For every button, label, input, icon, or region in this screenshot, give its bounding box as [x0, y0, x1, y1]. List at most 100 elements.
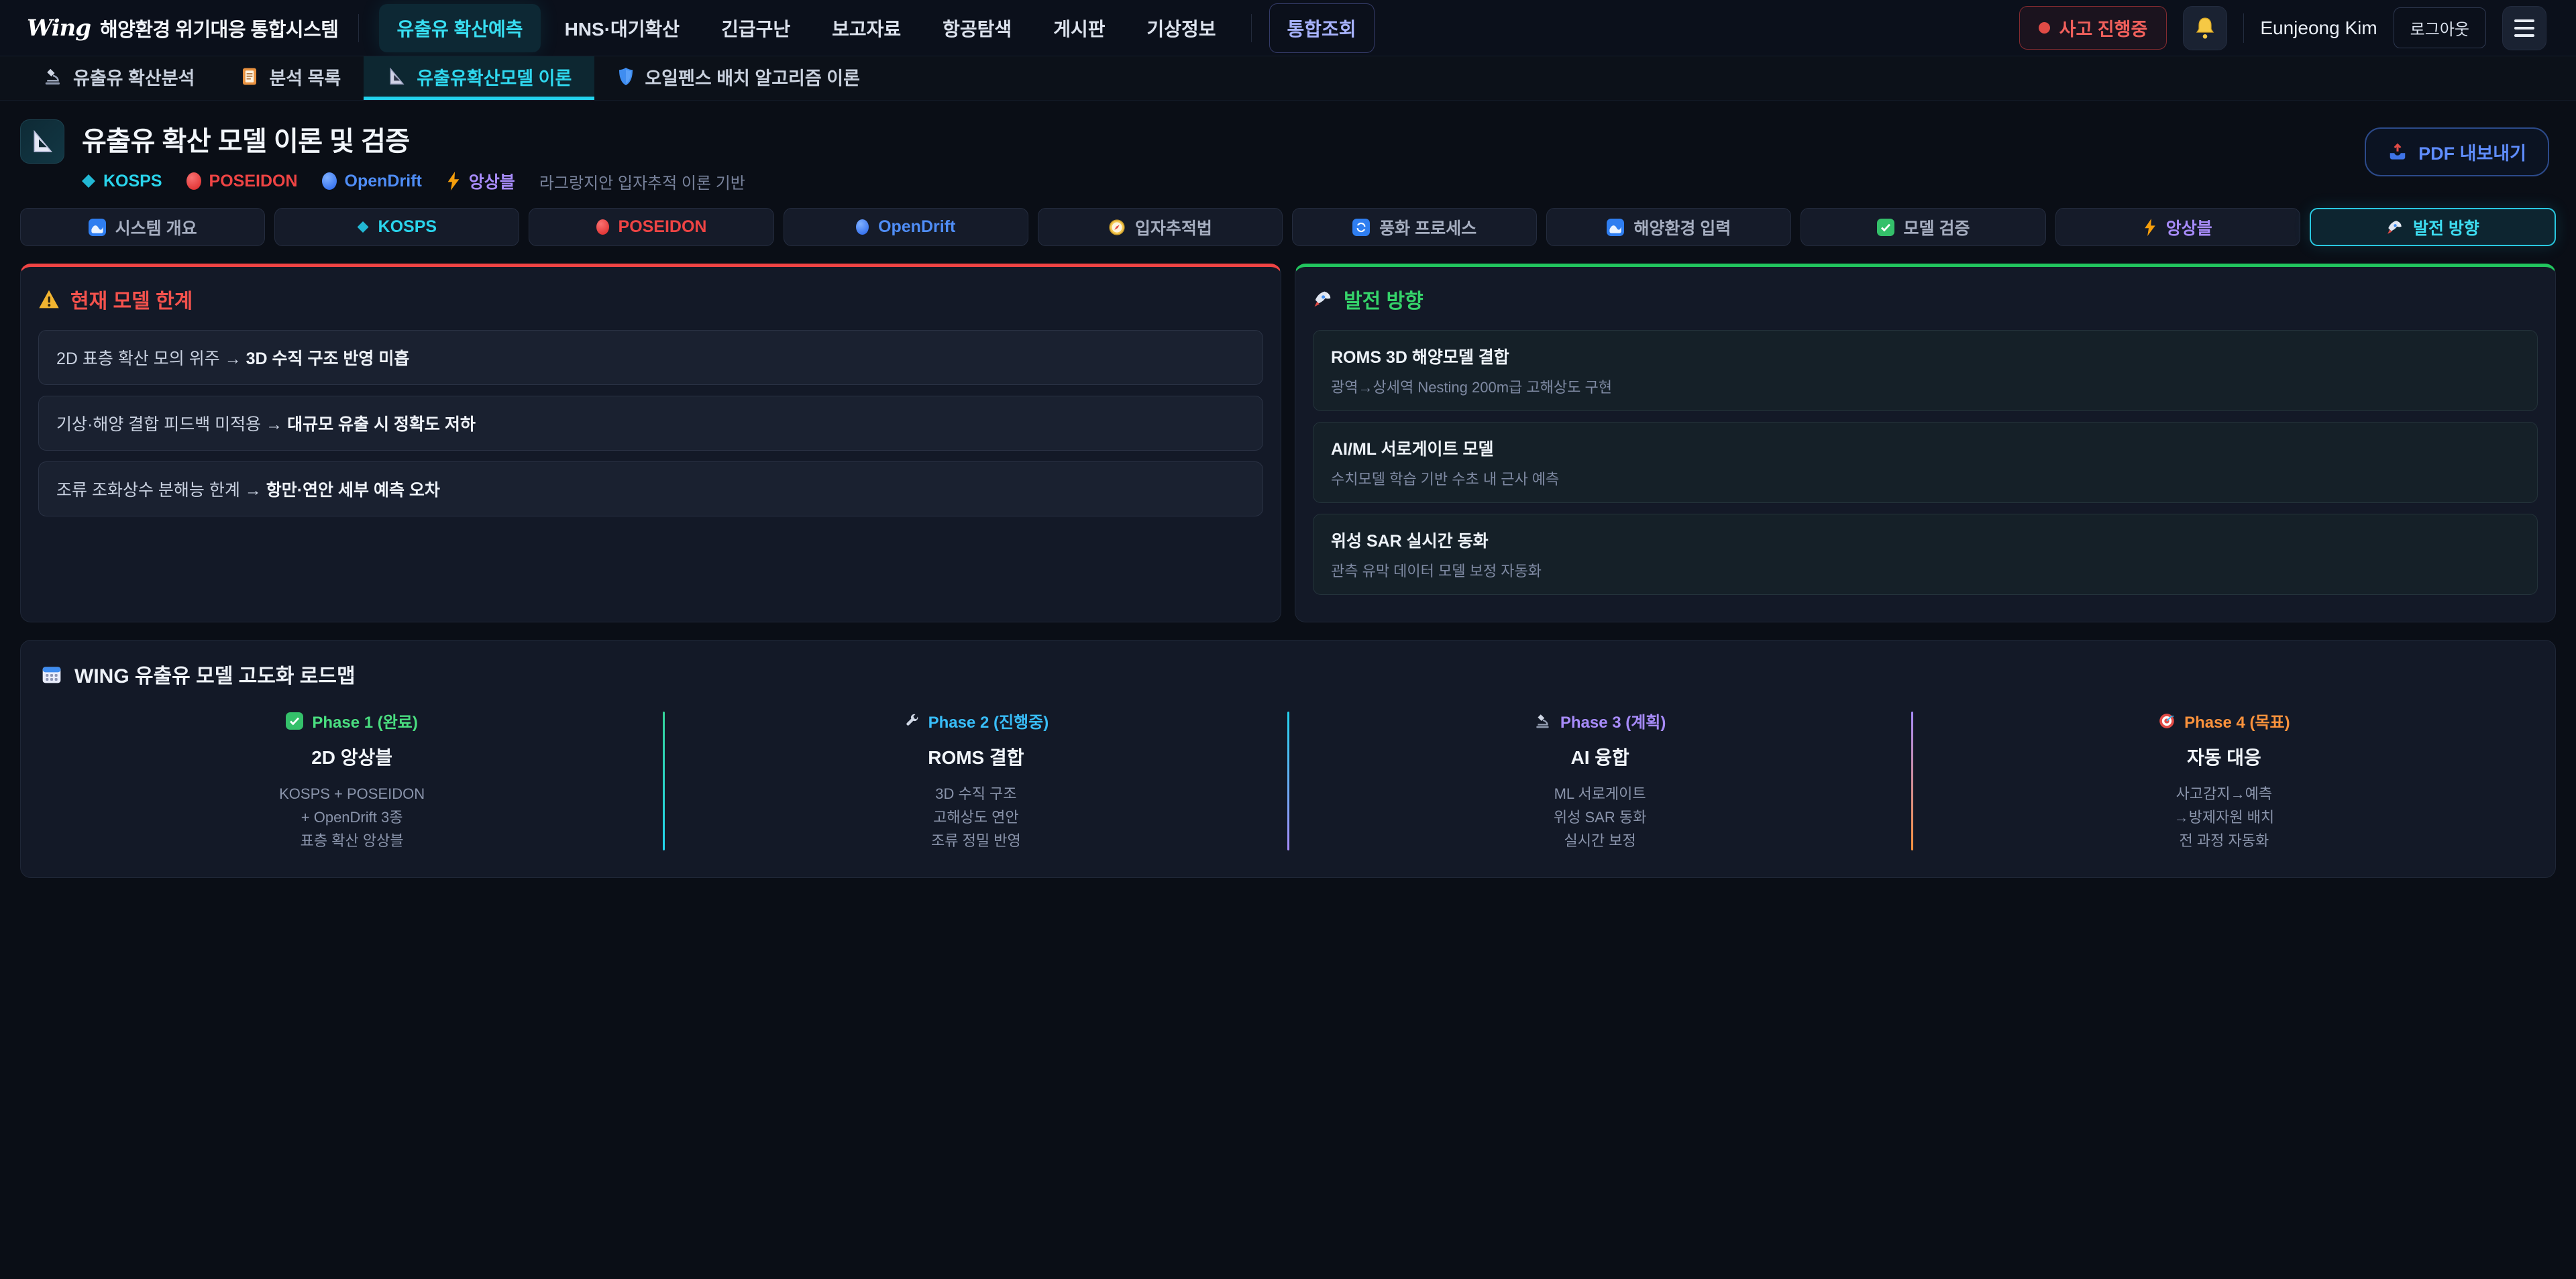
- navbar-right: 사고 진행중 Eunjeong Kim 로그아웃: [2019, 6, 2546, 50]
- future-item: AI/ML 서로게이트 모델 수치모델 학습 기반 수초 내 근사 예측: [1313, 422, 2538, 503]
- chip-label: 모델 검증: [1904, 215, 1970, 239]
- limitations-title-text: 현재 모델 한계: [70, 284, 193, 314]
- chip-weathering-process[interactable]: 풍화 프로세스: [1292, 208, 1537, 246]
- chip-opendrift[interactable]: OpenDrift: [784, 208, 1028, 246]
- triangle-ruler-icon: [29, 128, 56, 155]
- export-icon: [2387, 142, 2408, 162]
- badge-label: OpenDrift: [345, 172, 422, 191]
- app-title: 해양환경 위기대응 통합시스템: [100, 14, 338, 42]
- phase-3-status: Phase 3 (계획): [1289, 709, 1911, 732]
- roadmap-phases: Phase 1 (완료) 2D 앙상블 KOSPS + POSEIDON + O…: [41, 709, 2535, 853]
- phase-line: 실시간 보정: [1289, 829, 1911, 852]
- alert-dot-icon: [2039, 22, 2050, 34]
- notifications-button[interactable]: [2183, 6, 2227, 50]
- future-item-title: 위성 SAR 실시간 동화: [1331, 528, 2520, 552]
- logout-button[interactable]: 로그아웃: [2394, 7, 2486, 48]
- red-circle-icon: [596, 219, 609, 235]
- nav-item-weather-info[interactable]: 기상정보: [1129, 4, 1233, 52]
- limitation-item: 조류 조화상수 분해능 한계 → 항만·연안 세부 예측 오차: [38, 461, 1263, 516]
- nav-item-emergency-rescue[interactable]: 긴급구난: [704, 4, 808, 52]
- limitation-item: 2D 표층 확산 모의 위주 → 3D 수직 구조 반영 미흡: [38, 330, 1263, 385]
- subtab-analysis-list[interactable]: 분석 목록: [217, 56, 364, 100]
- diamond-icon: [358, 221, 369, 233]
- chip-future-direction[interactable]: 발전 방향: [2310, 208, 2556, 246]
- pdf-export-label: PDF 내보내기: [2418, 139, 2526, 165]
- phase-line: 고해상도 연안: [665, 805, 1287, 829]
- future-direction-panel: 발전 방향 ROMS 3D 해양모델 결합 광역→상세역 Nesting 200…: [1295, 264, 2556, 622]
- chip-model-validation[interactable]: 모델 검증: [1801, 208, 2045, 246]
- phase-2-status: Phase 2 (진행중): [665, 709, 1287, 732]
- phase-line: 조류 정밀 반영: [665, 829, 1287, 852]
- incident-status-badge[interactable]: 사고 진행중: [2019, 6, 2167, 50]
- pdf-export-button[interactable]: PDF 내보내기: [2365, 127, 2549, 176]
- bell-icon: [2193, 16, 2217, 40]
- phase-status-label: Phase 4 (목표): [2184, 709, 2290, 732]
- future-item-desc: 광역→상세역 Nesting 200m급 고해상도 구현: [1331, 376, 2520, 397]
- phase-line: 위성 SAR 동화: [1289, 805, 1911, 829]
- phase-title: 자동 대응: [1913, 743, 2535, 770]
- nav-item-aerial-search[interactable]: 항공탐색: [925, 4, 1029, 52]
- page-title: 유출유 확산 모델 이론 및 검증: [82, 119, 745, 158]
- chip-label: 입자추적법: [1135, 215, 1212, 239]
- subtab-spill-analysis[interactable]: 유출유 확산분석: [20, 56, 217, 100]
- menu-button[interactable]: [2502, 6, 2546, 50]
- nav-item-integrated-search[interactable]: 통합조회: [1269, 3, 1375, 53]
- subtab-model-theory[interactable]: 유출유확산모델 이론: [364, 56, 594, 100]
- user-separator: [2243, 13, 2244, 43]
- future-title: 발전 방향: [1313, 284, 2538, 314]
- theory-note: 라그랑지안 입자추적 이론 기반: [539, 170, 745, 193]
- nav-separator: [1251, 14, 1252, 42]
- future-item-desc: 수치모델 학습 기반 수초 내 근사 예측: [1331, 467, 2520, 489]
- chip-label: OpenDrift: [878, 217, 955, 237]
- future-item-title: ROMS 3D 해양모델 결합: [1331, 344, 2520, 368]
- compass-icon: [1108, 219, 1126, 236]
- limitation-text: 조류 조화상수 분해능 한계 →: [56, 481, 266, 500]
- chip-system-overview[interactable]: 시스템 개요: [20, 208, 265, 246]
- badge-poseidon: POSEIDON: [186, 172, 298, 191]
- phase-2-column: Phase 2 (진행중) ROMS 결합 3D 수직 구조 고해상도 연안 조…: [665, 709, 1287, 853]
- nav-item-oil-spill-prediction[interactable]: 유출유 확산예측: [379, 4, 540, 52]
- roadmap-card: WING 유출유 모델 고도화 로드맵 Phase 1 (완료) 2D 앙상블 …: [20, 640, 2556, 878]
- rocket-icon: [2386, 219, 2404, 236]
- chip-poseidon[interactable]: POSEIDON: [529, 208, 773, 246]
- chip-marine-env-input[interactable]: 해양환경 입력: [1546, 208, 1791, 246]
- target-icon: [2158, 712, 2176, 730]
- chip-kosps[interactable]: KOSPS: [274, 208, 519, 246]
- phase-title: AI 융합: [1289, 743, 1911, 770]
- nav-divider: [358, 14, 359, 42]
- badge-label: 앙상블: [469, 169, 515, 193]
- shield-icon: [617, 66, 635, 87]
- microscope-icon: [1534, 712, 1552, 730]
- phase-line: 표층 확산 앙상블: [41, 829, 663, 852]
- subtab-oil-fence-algorithm[interactable]: 오일펜스 배치 알고리즘 이론: [594, 56, 883, 100]
- clipboard-icon: [240, 66, 259, 87]
- chip-label: 시스템 개요: [115, 215, 197, 239]
- limitation-highlight: 대규모 유출 시 정확도 저하: [287, 415, 476, 434]
- phase-line: 전 과정 자동화: [1913, 829, 2535, 852]
- chip-particle-tracking[interactable]: 입자추적법: [1038, 208, 1283, 246]
- chip-label: KOSPS: [378, 217, 437, 237]
- badge-label: KOSPS: [103, 172, 162, 191]
- red-circle-icon: [186, 172, 201, 190]
- wrench-icon: [904, 713, 920, 729]
- app-root: Wing 해양환경 위기대응 통합시스템 유출유 확산예측 HNS·대기확산 긴…: [0, 0, 2576, 1279]
- chip-ensemble[interactable]: 앙상블: [2055, 208, 2300, 246]
- limitations-title: 현재 모델 한계: [38, 284, 1263, 314]
- phase-4-column: Phase 4 (목표) 자동 대응 사고감지→예측 →방제자원 배치 전 과정…: [1913, 709, 2535, 853]
- nav-item-reports[interactable]: 보고자료: [814, 4, 918, 52]
- phase-line: →방제자원 배치: [1913, 805, 2535, 829]
- future-item-desc: 관측 유막 데이터 모델 보정 자동화: [1331, 559, 2520, 581]
- calendar-icon: [41, 663, 62, 685]
- nav-item-board[interactable]: 게시판: [1036, 4, 1122, 52]
- nav-item-hns-dispersion[interactable]: HNS·대기확산: [547, 4, 697, 52]
- wave-icon: [89, 219, 106, 236]
- current-limitations-panel: 현재 모델 한계 2D 표층 확산 모의 위주 → 3D 수직 구조 반영 미흡…: [20, 264, 1281, 622]
- blue-circle-icon: [856, 219, 869, 235]
- model-badge-row: KOSPS POSEIDON OpenDrift 앙상블 라그랑지안 입자추적 …: [82, 169, 745, 193]
- limitation-text: 2D 표층 확산 모의 위주 →: [56, 349, 246, 368]
- title-block: 유출유 확산 모델 이론 및 검증 KOSPS POSEIDON OpenDri…: [82, 119, 745, 193]
- subtab-label: 분석 목록: [269, 64, 341, 90]
- panels-row: 현재 모델 한계 2D 표층 확산 모의 위주 → 3D 수직 구조 반영 미흡…: [0, 246, 2576, 622]
- chip-label: 발전 방향: [2413, 215, 2479, 239]
- main-nav: 유출유 확산예측 HNS·대기확산 긴급구난 보고자료 항공탐색 게시판 기상정…: [379, 3, 1374, 53]
